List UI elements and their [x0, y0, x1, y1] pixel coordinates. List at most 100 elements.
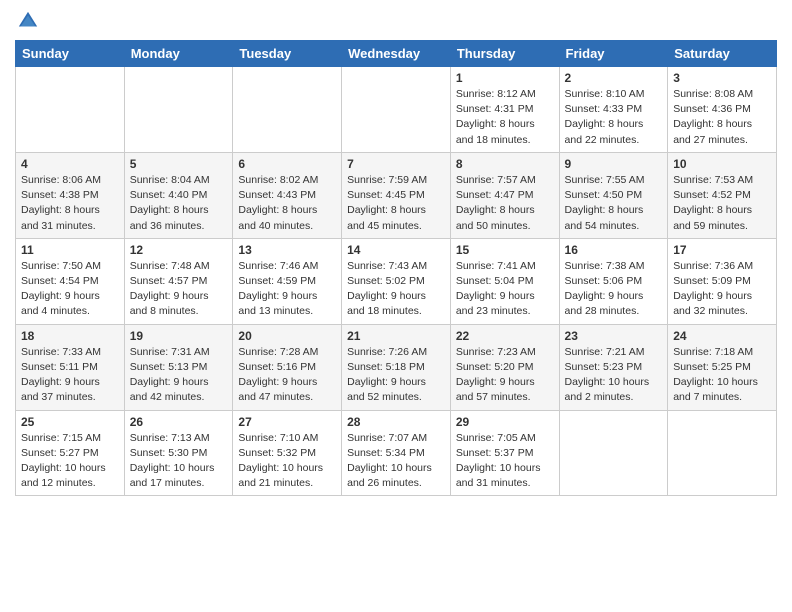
day-info: Sunrise: 7:07 AM Sunset: 5:34 PM Dayligh…: [347, 431, 445, 492]
calendar-week-row: 4 Sunrise: 8:06 AM Sunset: 4:38 PM Daylig…: [16, 152, 777, 238]
day-info: Sunrise: 7:57 AM Sunset: 4:47 PM Dayligh…: [456, 173, 554, 234]
day-number: 4: [21, 157, 119, 171]
day-number: 6: [238, 157, 336, 171]
calendar-cell: 28 Sunrise: 7:07 AM Sunset: 5:34 PM Dayli…: [342, 410, 451, 496]
calendar-week-row: 25 Sunrise: 7:15 AM Sunset: 5:27 PM Dayli…: [16, 410, 777, 496]
day-number: 14: [347, 243, 445, 257]
day-number: 8: [456, 157, 554, 171]
day-info: Sunrise: 7:21 AM Sunset: 5:23 PM Dayligh…: [565, 345, 663, 406]
day-info: Sunrise: 7:43 AM Sunset: 5:02 PM Dayligh…: [347, 259, 445, 320]
day-info: Sunrise: 7:59 AM Sunset: 4:45 PM Dayligh…: [347, 173, 445, 234]
calendar-cell: 11Sunrise: 7:50 AM Sunset: 4:54 PM Dayli…: [16, 238, 125, 324]
calendar-cell: 18 Sunrise: 7:33 AM Sunset: 5:11 PM Dayli…: [16, 324, 125, 410]
calendar-header-row: SundayMondayTuesdayWednesdayThursdayFrid…: [16, 41, 777, 67]
day-number: 20: [238, 329, 336, 343]
day-number: 27: [238, 415, 336, 429]
day-number: 23: [565, 329, 663, 343]
calendar-cell: 9Sunrise: 7:55 AM Sunset: 4:50 PM Daylig…: [559, 152, 668, 238]
calendar-cell: 13 Sunrise: 7:46 AM Sunset: 4:59 PM Dayli…: [233, 238, 342, 324]
day-info: Sunrise: 7:15 AM Sunset: 5:27 PM Dayligh…: [21, 431, 119, 492]
day-info: Sunrise: 8:10 AM Sunset: 4:33 PM Dayligh…: [565, 87, 663, 148]
calendar-cell: 25 Sunrise: 7:15 AM Sunset: 5:27 PM Dayli…: [16, 410, 125, 496]
calendar-cell: 15Sunrise: 7:41 AM Sunset: 5:04 PM Dayli…: [450, 238, 559, 324]
calendar-cell: 27 Sunrise: 7:10 AM Sunset: 5:32 PM Dayli…: [233, 410, 342, 496]
day-info: Sunrise: 7:33 AM Sunset: 5:11 PM Dayligh…: [21, 345, 119, 406]
day-info: Sunrise: 7:13 AM Sunset: 5:30 PM Dayligh…: [130, 431, 228, 492]
calendar-cell: 3 Sunrise: 8:08 AM Sunset: 4:36 PM Daylig…: [668, 67, 777, 153]
calendar-cell: 26 Sunrise: 7:13 AM Sunset: 5:30 PM Dayli…: [124, 410, 233, 496]
calendar-cell: 17Sunrise: 7:36 AM Sunset: 5:09 PM Dayli…: [668, 238, 777, 324]
day-info: Sunrise: 7:38 AM Sunset: 5:06 PM Dayligh…: [565, 259, 663, 320]
day-info: Sunrise: 7:46 AM Sunset: 4:59 PM Dayligh…: [238, 259, 336, 320]
calendar-cell: 14 Sunrise: 7:43 AM Sunset: 5:02 PM Dayli…: [342, 238, 451, 324]
calendar-header-monday: Monday: [124, 41, 233, 67]
day-number: 19: [130, 329, 228, 343]
calendar-week-row: 18 Sunrise: 7:33 AM Sunset: 5:11 PM Dayli…: [16, 324, 777, 410]
day-info: Sunrise: 7:23 AM Sunset: 5:20 PM Dayligh…: [456, 345, 554, 406]
calendar-cell: 20Sunrise: 7:28 AM Sunset: 5:16 PM Dayli…: [233, 324, 342, 410]
calendar-cell: 29 Sunrise: 7:05 AM Sunset: 5:37 PM Dayli…: [450, 410, 559, 496]
day-info: Sunrise: 7:36 AM Sunset: 5:09 PM Dayligh…: [673, 259, 771, 320]
day-info: Sunrise: 8:08 AM Sunset: 4:36 PM Dayligh…: [673, 87, 771, 148]
calendar-cell: 19 Sunrise: 7:31 AM Sunset: 5:13 PM Dayli…: [124, 324, 233, 410]
calendar-cell: 4 Sunrise: 8:06 AM Sunset: 4:38 PM Daylig…: [16, 152, 125, 238]
day-number: 29: [456, 415, 554, 429]
day-info: Sunrise: 7:41 AM Sunset: 5:04 PM Dayligh…: [456, 259, 554, 320]
day-number: 9: [565, 157, 663, 171]
calendar-cell: 16 Sunrise: 7:38 AM Sunset: 5:06 PM Dayli…: [559, 238, 668, 324]
day-number: 24: [673, 329, 771, 343]
calendar-cell: 8 Sunrise: 7:57 AM Sunset: 4:47 PM Daylig…: [450, 152, 559, 238]
day-info: Sunrise: 7:31 AM Sunset: 5:13 PM Dayligh…: [130, 345, 228, 406]
day-number: 28: [347, 415, 445, 429]
calendar-header-wednesday: Wednesday: [342, 41, 451, 67]
day-number: 12: [130, 243, 228, 257]
day-info: Sunrise: 8:06 AM Sunset: 4:38 PM Dayligh…: [21, 173, 119, 234]
calendar-cell: [668, 410, 777, 496]
calendar-cell: 12 Sunrise: 7:48 AM Sunset: 4:57 PM Dayli…: [124, 238, 233, 324]
day-info: Sunrise: 7:50 AM Sunset: 4:54 PM Dayligh…: [21, 259, 119, 320]
day-number: 2: [565, 71, 663, 85]
calendar-header-tuesday: Tuesday: [233, 41, 342, 67]
day-number: 5: [130, 157, 228, 171]
calendar-cell: [233, 67, 342, 153]
calendar-header-saturday: Saturday: [668, 41, 777, 67]
day-info: Sunrise: 7:18 AM Sunset: 5:25 PM Dayligh…: [673, 345, 771, 406]
calendar-cell: [16, 67, 125, 153]
logo-icon: [17, 10, 39, 32]
calendar-cell: 22 Sunrise: 7:23 AM Sunset: 5:20 PM Dayli…: [450, 324, 559, 410]
day-info: Sunrise: 8:04 AM Sunset: 4:40 PM Dayligh…: [130, 173, 228, 234]
calendar-cell: 2 Sunrise: 8:10 AM Sunset: 4:33 PM Daylig…: [559, 67, 668, 153]
calendar-cell: 7Sunrise: 7:59 AM Sunset: 4:45 PM Daylig…: [342, 152, 451, 238]
calendar-cell: 24 Sunrise: 7:18 AM Sunset: 5:25 PM Dayli…: [668, 324, 777, 410]
calendar-cell: 5 Sunrise: 8:04 AM Sunset: 4:40 PM Daylig…: [124, 152, 233, 238]
calendar-table: SundayMondayTuesdayWednesdayThursdayFrid…: [15, 40, 777, 496]
calendar-week-row: 1Sunrise: 8:12 AM Sunset: 4:31 PM Daylig…: [16, 67, 777, 153]
day-info: Sunrise: 7:26 AM Sunset: 5:18 PM Dayligh…: [347, 345, 445, 406]
calendar-week-row: 11Sunrise: 7:50 AM Sunset: 4:54 PM Dayli…: [16, 238, 777, 324]
calendar-cell: 21Sunrise: 7:26 AM Sunset: 5:18 PM Dayli…: [342, 324, 451, 410]
page-header: [15, 10, 777, 32]
day-number: 25: [21, 415, 119, 429]
day-number: 26: [130, 415, 228, 429]
day-number: 22: [456, 329, 554, 343]
day-info: Sunrise: 7:48 AM Sunset: 4:57 PM Dayligh…: [130, 259, 228, 320]
calendar-header-sunday: Sunday: [16, 41, 125, 67]
day-number: 10: [673, 157, 771, 171]
day-number: 18: [21, 329, 119, 343]
day-info: Sunrise: 7:10 AM Sunset: 5:32 PM Dayligh…: [238, 431, 336, 492]
calendar-header-friday: Friday: [559, 41, 668, 67]
calendar-cell: [342, 67, 451, 153]
day-number: 13: [238, 243, 336, 257]
calendar-cell: 23 Sunrise: 7:21 AM Sunset: 5:23 PM Dayli…: [559, 324, 668, 410]
day-info: Sunrise: 8:02 AM Sunset: 4:43 PM Dayligh…: [238, 173, 336, 234]
day-number: 16: [565, 243, 663, 257]
calendar-cell: [559, 410, 668, 496]
calendar-header-thursday: Thursday: [450, 41, 559, 67]
calendar-cell: 10Sunrise: 7:53 AM Sunset: 4:52 PM Dayli…: [668, 152, 777, 238]
day-number: 3: [673, 71, 771, 85]
day-info: Sunrise: 7:05 AM Sunset: 5:37 PM Dayligh…: [456, 431, 554, 492]
calendar-cell: 1Sunrise: 8:12 AM Sunset: 4:31 PM Daylig…: [450, 67, 559, 153]
calendar-cell: [124, 67, 233, 153]
calendar-cell: 6 Sunrise: 8:02 AM Sunset: 4:43 PM Daylig…: [233, 152, 342, 238]
day-number: 1: [456, 71, 554, 85]
